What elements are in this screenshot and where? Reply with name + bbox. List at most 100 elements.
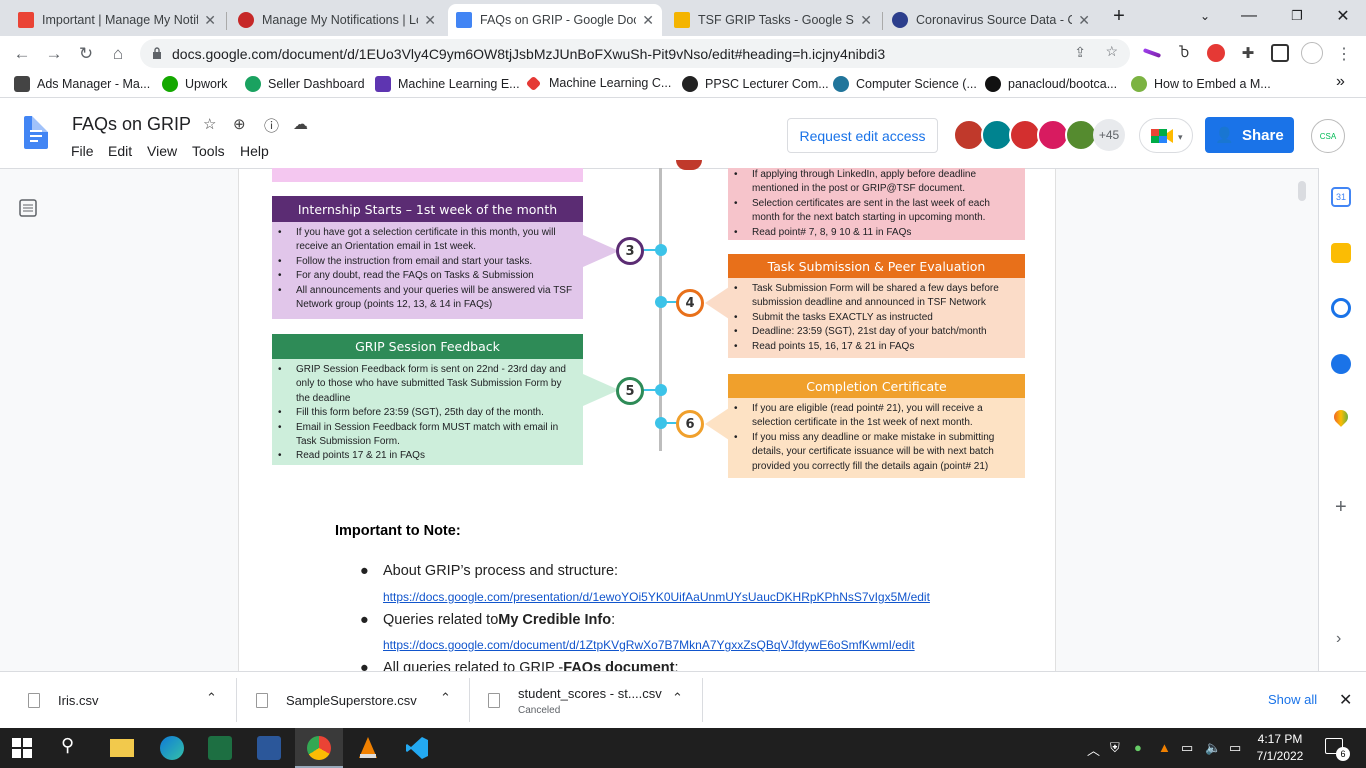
internship-box: Internship Starts – 1st week of the mont… — [272, 196, 583, 319]
taskbar-clock[interactable]: 4:17 PM 7/1/2022 — [1250, 731, 1310, 765]
windows-start-icon[interactable] — [12, 738, 32, 758]
bookmark-panacloud[interactable]: panacloud/bootca... — [985, 76, 1117, 92]
vlc-tray-icon[interactable]: ▲ — [1158, 740, 1171, 755]
security-tray-icon[interactable]: ⛨ — [1110, 740, 1120, 756]
timeline-spine — [659, 168, 662, 451]
tab-coronavirus-data[interactable]: Coronavirus Source Data - O ✕ — [884, 4, 1098, 36]
extension-icon[interactable]: Ⴆ — [1175, 44, 1193, 62]
vscode-icon[interactable] — [405, 736, 429, 760]
star-icon[interactable]: ☆ — [203, 115, 216, 133]
request-edit-access-button[interactable]: Request edit access — [787, 118, 938, 153]
bookmarks-overflow-button[interactable]: » — [1336, 73, 1345, 91]
account-avatar[interactable]: CSA — [1311, 119, 1345, 153]
tab-tsf-grip-tasks[interactable]: TSF GRIP Tasks - Google Slid ✕ — [666, 4, 880, 36]
excel-icon[interactable] — [208, 736, 232, 760]
contacts-icon[interactable] — [1331, 354, 1351, 374]
show-all-downloads[interactable]: Show all — [1268, 692, 1317, 707]
bookmark-upwork[interactable]: Upwork — [162, 76, 227, 92]
back-icon[interactable]: ← — [12, 44, 32, 64]
menu-file[interactable]: File — [71, 143, 94, 159]
vlc-icon[interactable] — [356, 736, 380, 760]
side-panel-icon[interactable] — [1271, 44, 1289, 62]
tab-notifications[interactable]: Manage My Notifications | Lo ✕ — [230, 4, 444, 36]
add-addon-icon[interactable]: + — [1335, 496, 1347, 519]
box-item: Email in Session Feedback form MUST matc… — [278, 421, 575, 450]
word-icon[interactable] — [257, 736, 281, 760]
share-button[interactable]: 👤 Share — [1205, 117, 1294, 153]
bookmark-ads-manager[interactable]: Ads Manager - Ma... — [14, 76, 150, 92]
bookmark-how-to-embed[interactable]: How to Embed a M... — [1131, 76, 1271, 92]
download-item[interactable]: student_scores - st....csv Canceled ⌃ — [488, 672, 693, 729]
task-submission-box: Task Submission & Peer Evaluation Task S… — [728, 254, 1025, 358]
keep-icon[interactable] — [1331, 243, 1351, 263]
close-icon[interactable]: ✕ — [642, 12, 654, 29]
chevron-up-icon[interactable]: ⌃ — [672, 690, 683, 706]
document-outline-icon[interactable] — [19, 199, 37, 217]
download-item[interactable]: Iris.csv ⌃ — [28, 672, 228, 729]
scrollbar-thumb[interactable] — [1298, 181, 1306, 201]
lock-person-icon: 👤 — [1215, 127, 1234, 144]
chrome-icon[interactable] — [307, 736, 331, 760]
tab-search-icon[interactable]: ⌄ — [1182, 0, 1228, 32]
docs-logo-icon[interactable] — [24, 116, 48, 149]
tab-gmail[interactable]: Important | Manage My Notific ✕ — [10, 4, 224, 36]
tab-title: Coronavirus Source Data - O — [916, 13, 1073, 27]
profile-avatar[interactable] — [1301, 42, 1323, 64]
move-to-drive-icon[interactable]: ⊕ — [233, 115, 246, 133]
file-explorer-icon[interactable] — [110, 739, 134, 757]
close-icon[interactable]: ✕ — [424, 12, 436, 29]
new-tab-button[interactable]: + — [1096, 0, 1142, 32]
edge-icon[interactable] — [160, 736, 184, 760]
bookmark-computer-science[interactable]: Computer Science (... — [833, 76, 977, 92]
credible-info-link[interactable]: https://docs.google.com/document/d/1ZtpK… — [383, 638, 915, 652]
document-info-icon[interactable]: ⓘ — [264, 115, 279, 136]
show-hidden-icons[interactable]: ︿ — [1087, 740, 1100, 759]
reload-icon[interactable]: ↻ — [76, 44, 96, 64]
menu-tools[interactable]: Tools — [192, 143, 225, 159]
battery-icon[interactable]: ▭ — [1229, 740, 1241, 756]
bookmark-machine-learning-c[interactable]: Machine Learning C... — [525, 75, 671, 91]
chevron-up-icon[interactable]: ⌃ — [206, 690, 217, 706]
tab-faqs-grip[interactable]: FAQs on GRIP - Google Docs ✕ — [448, 4, 662, 36]
home-icon[interactable]: ⌂ — [108, 44, 128, 64]
volume-icon[interactable]: 🔈 — [1205, 740, 1221, 756]
download-item[interactable]: SampleSuperstore.csv ⌃ — [256, 672, 461, 729]
window-close-icon[interactable]: ✕ — [1320, 0, 1366, 32]
maps-icon[interactable] — [1331, 407, 1351, 427]
adblock-icon[interactable] — [1207, 44, 1225, 62]
bookmark-machine-learning-e[interactable]: Machine Learning E... — [375, 76, 520, 92]
forward-icon[interactable]: → — [44, 44, 64, 64]
close-icon[interactable]: ✕ — [1078, 12, 1090, 29]
collaborators-count[interactable]: +45 — [1093, 119, 1125, 151]
chevron-up-icon[interactable]: ⌃ — [440, 690, 451, 706]
address-bar[interactable]: docs.google.com/document/d/1EUo3Vly4C9ym… — [140, 39, 1130, 68]
expand-panel-icon[interactable]: › — [1336, 630, 1341, 648]
restore-icon[interactable]: ❐ — [1274, 0, 1320, 32]
minimize-icon[interactable]: — — [1226, 0, 1272, 32]
search-icon[interactable]: ⚲ — [61, 735, 85, 759]
box-title: Completion Certificate — [728, 374, 1025, 398]
bookmark-ppsc[interactable]: PPSC Lecturer Com... — [682, 76, 829, 92]
pen-extension-icon[interactable] — [1142, 48, 1162, 58]
browser-toolbar: ← → ↻ ⌂ docs.google.com/document/d/1EUo3… — [0, 36, 1366, 70]
meet-button[interactable]: ▾ — [1139, 118, 1193, 153]
tasks-icon[interactable] — [1331, 298, 1351, 318]
box-body: If applying through LinkedIn, apply befo… — [728, 168, 1025, 240]
bookmark-seller-dashboard[interactable]: Seller Dashboard — [245, 76, 365, 92]
menu-help[interactable]: Help — [240, 143, 269, 159]
close-icon[interactable]: ✕ — [204, 12, 216, 29]
app-tray-icon[interactable]: ● — [1134, 740, 1142, 755]
document-title[interactable]: FAQs on GRIP — [72, 114, 191, 135]
network-icon[interactable]: ▭ — [1181, 740, 1193, 756]
grip-process-link[interactable]: https://docs.google.com/presentation/d/1… — [383, 590, 930, 604]
menu-edit[interactable]: Edit — [108, 143, 132, 159]
puzzle-extensions-icon[interactable]: ✚ — [1239, 44, 1257, 62]
chrome-menu-icon[interactable]: ⋮ — [1334, 44, 1354, 64]
note-item: ● All queries related to GRIP - FAQs docu… — [360, 660, 679, 671]
menu-view[interactable]: View — [147, 143, 177, 159]
share-page-icon[interactable]: ⇪ — [1074, 44, 1086, 61]
close-downloads-icon[interactable]: ✕ — [1339, 690, 1352, 710]
bookmark-star-icon[interactable]: ☆ — [1105, 43, 1118, 60]
close-icon[interactable]: ✕ — [860, 12, 872, 29]
calendar-icon[interactable]: 31 — [1331, 187, 1351, 207]
